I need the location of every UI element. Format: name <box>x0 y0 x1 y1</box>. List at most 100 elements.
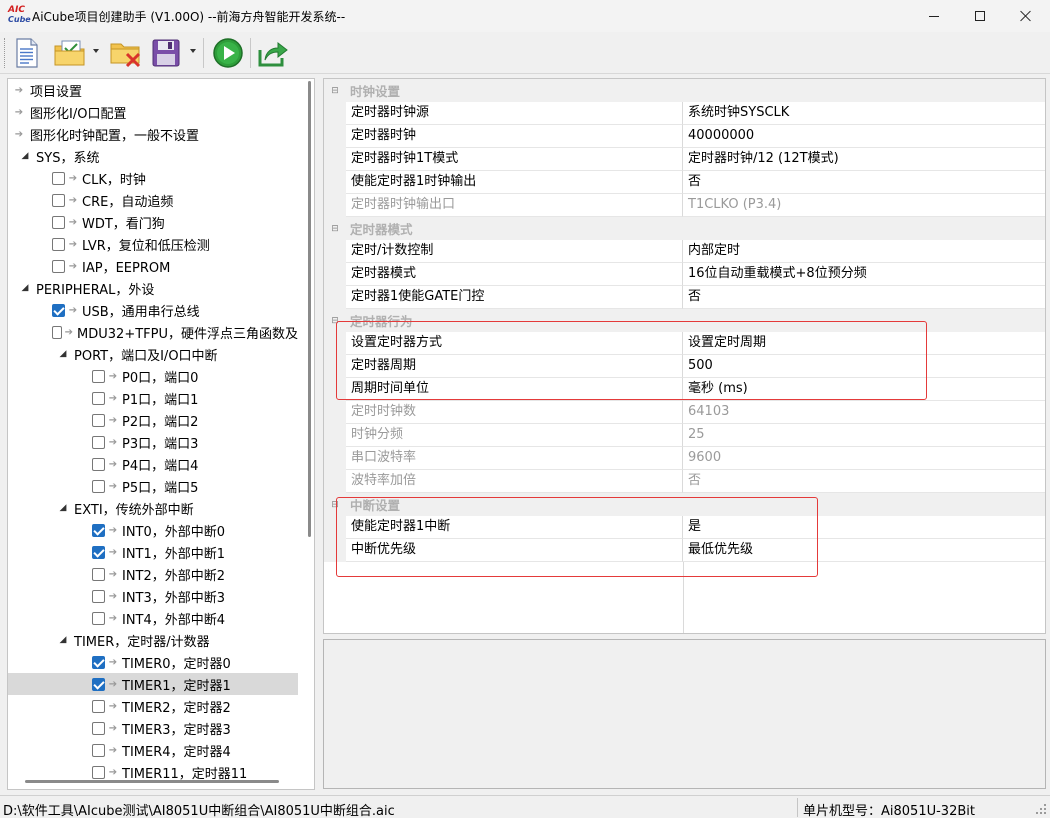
property-value[interactable]: 定时器时钟/12 (12T模式) <box>683 148 1045 171</box>
checkbox[interactable] <box>52 303 65 317</box>
checkbox[interactable] <box>52 215 65 229</box>
property-value[interactable]: 16位自动重载模式+8位预分频 <box>683 263 1045 286</box>
checkbox[interactable] <box>92 457 105 471</box>
tree-check-node[interactable]: ➔ CLK，时钟 <box>8 167 298 189</box>
checkbox[interactable] <box>92 369 105 383</box>
tree-group-node[interactable]: ◢ PERIPHERAL，外设 <box>8 277 298 299</box>
tree-check-node[interactable]: ➔ P4口，端口4 <box>8 453 298 475</box>
checkbox[interactable] <box>52 325 62 339</box>
property-row[interactable]: 使能定时器1中断是 <box>324 516 1045 539</box>
tree-item[interactable]: ➔ 项目设置 <box>8 79 298 101</box>
tree-vertical-scrollbar[interactable] <box>305 79 314 774</box>
checkbox[interactable] <box>92 479 105 493</box>
tree-check-node[interactable]: ➔ LVR，复位和低压检测 <box>8 233 298 255</box>
tree-check-node[interactable]: ➔ INT2，外部中断2 <box>8 563 298 585</box>
expand-caret-icon[interactable]: ◢ <box>56 503 70 513</box>
checkbox[interactable] <box>92 545 105 559</box>
checkbox[interactable] <box>92 721 105 735</box>
maximize-button[interactable] <box>957 0 1003 32</box>
checkbox[interactable] <box>92 677 105 691</box>
checkbox[interactable] <box>92 435 105 449</box>
tree-check-node[interactable]: ➔ CRE，自动追频 <box>8 189 298 211</box>
property-category[interactable]: ⊟ 定时器行为 <box>324 309 1045 332</box>
tree-item[interactable]: ➔ 图形化时钟配置，一般不设置 <box>8 123 298 145</box>
expand-caret-icon[interactable]: ◢ <box>18 151 32 161</box>
collapse-icon[interactable]: ⊟ <box>324 86 346 96</box>
expand-caret-icon[interactable]: ◢ <box>56 349 70 359</box>
tree-check-node[interactable]: ➔ TIMER3，定时器3 <box>8 717 298 739</box>
property-value[interactable]: 否 <box>683 286 1045 309</box>
checkbox[interactable] <box>92 391 105 405</box>
property-row[interactable]: 定时器时钟1T模式 定时器时钟/12 (12T模式) <box>324 148 1045 171</box>
property-value[interactable]: 是 <box>683 516 1045 539</box>
checkbox[interactable] <box>92 743 105 757</box>
tree-check-node[interactable]: ➔ TIMER2，定时器2 <box>8 695 298 717</box>
checkbox[interactable] <box>52 259 65 273</box>
property-value[interactable]: 系统时钟SYSCLK <box>683 102 1045 125</box>
checkbox[interactable] <box>92 589 105 603</box>
tree-check-node[interactable]: ➔ USB，通用串行总线 <box>8 299 298 321</box>
property-row[interactable]: 定时/计数控制 内部定时 <box>324 240 1045 263</box>
property-row[interactable]: 时钟分频 25 <box>324 424 1045 447</box>
peripheral-tree[interactable]: ➔ 项目设置 ➔ 图形化I/O口配置 ➔ 图形化时钟配置，一般不设置 ◢ SYS，系统 ➔ CLK… <box>7 78 315 790</box>
tree-check-node[interactable]: ➔ TIMER4，定时器4 <box>8 739 298 761</box>
checkbox[interactable] <box>92 413 105 427</box>
save-project-button[interactable] <box>149 36 183 70</box>
checkbox[interactable] <box>92 567 105 581</box>
property-row[interactable]: 定时器1使能GATE门控否 <box>324 286 1045 309</box>
tree-check-node[interactable]: ➔ TIMER1，定时器1 <box>8 673 298 695</box>
toolbar-grip[interactable] <box>4 38 7 68</box>
save-dropdown-arrow[interactable] <box>190 49 196 53</box>
tree-check-node[interactable]: ➔ P0口，端口0 <box>8 365 298 387</box>
tree-check-node[interactable]: ➔ TIMER0，定时器0 <box>8 651 298 673</box>
property-row[interactable]: 串口波特率 9600 <box>324 447 1045 470</box>
tree-group-node[interactable]: ◢ EXTI，传统外部中断 <box>8 497 298 519</box>
tree-check-node[interactable]: ➔ INT1，外部中断1 <box>8 541 298 563</box>
tree-group-node[interactable]: ◢ SYS，系统 <box>8 145 298 167</box>
property-category[interactable]: ⊟ 中断设置 <box>324 493 1045 516</box>
checkbox[interactable] <box>92 611 105 625</box>
collapse-icon[interactable]: ⊟ <box>324 316 346 326</box>
collapse-icon[interactable]: ⊟ <box>324 224 346 234</box>
property-category[interactable]: ⊟ 时钟设置 <box>324 79 1045 102</box>
property-category[interactable]: ⊟ 定时器模式 <box>324 217 1045 240</box>
checkbox[interactable] <box>92 655 105 669</box>
export-button[interactable] <box>255 36 291 70</box>
checkbox[interactable] <box>92 699 105 713</box>
tree-check-node[interactable]: ➔ P1口，端口1 <box>8 387 298 409</box>
collapse-icon[interactable]: ⊟ <box>324 500 346 510</box>
property-row[interactable]: 周期时间单位 毫秒 (ms) <box>324 378 1045 401</box>
tree-check-node[interactable]: ➔ INT0，外部中断0 <box>8 519 298 541</box>
expand-caret-icon[interactable]: ◢ <box>18 283 32 293</box>
property-grid[interactable]: ⊟ 时钟设置 定时器时钟源 系统时钟SYSCLK 定时器时钟 40000000 定时器时钟1… <box>323 78 1046 634</box>
tree-group-node[interactable]: ◢ TIMER，定时器/计数器 <box>8 629 298 651</box>
tree-check-node[interactable]: ➔ MDU32+TFPU，硬件浮点三角函数及 <box>8 321 298 343</box>
property-row[interactable]: 波特率加倍否 <box>324 470 1045 493</box>
property-row[interactable]: 定时器时钟 40000000 <box>324 125 1045 148</box>
property-row[interactable]: 定时器周期 500 <box>324 355 1045 378</box>
tree-check-node[interactable]: ➔ INT3，外部中断3 <box>8 585 298 607</box>
tree-check-node[interactable]: ➔ P3口，端口3 <box>8 431 298 453</box>
run-button[interactable] <box>210 36 246 70</box>
open-project-button[interactable] <box>52 36 88 70</box>
close-window-button[interactable] <box>1003 0 1049 32</box>
tree-check-node[interactable]: ➔ INT4，外部中断4 <box>8 607 298 629</box>
open-dropdown-arrow[interactable] <box>93 49 99 53</box>
checkbox[interactable] <box>52 193 65 207</box>
scroll-thumb[interactable] <box>25 780 279 783</box>
tree-check-node[interactable]: ➔ WDT，看门狗 <box>8 211 298 233</box>
resize-grip-icon[interactable] <box>1036 804 1047 815</box>
tree-check-node[interactable]: ➔ IAP，EEPROM <box>8 255 298 277</box>
property-row[interactable]: 使能定时器1时钟输出否 <box>324 171 1045 194</box>
tree-check-node[interactable]: ➔ P5口，端口5 <box>8 475 298 497</box>
tree-item[interactable]: ➔ 图形化I/O口配置 <box>8 101 298 123</box>
property-row[interactable]: 中断优先级 最低优先级 <box>324 539 1045 562</box>
tree-group-node[interactable]: ◢ PORT，端口及I/O口中断 <box>8 343 298 365</box>
minimize-button[interactable] <box>911 0 957 32</box>
scroll-thumb[interactable] <box>308 81 311 537</box>
property-row[interactable]: 设置定时器方式 设置定时周期 <box>324 332 1045 355</box>
property-value[interactable]: 内部定时 <box>683 240 1045 263</box>
checkbox[interactable] <box>52 171 65 185</box>
property-value[interactable]: 毫秒 (ms) <box>683 378 1045 401</box>
expand-caret-icon[interactable]: ◢ <box>56 635 70 645</box>
